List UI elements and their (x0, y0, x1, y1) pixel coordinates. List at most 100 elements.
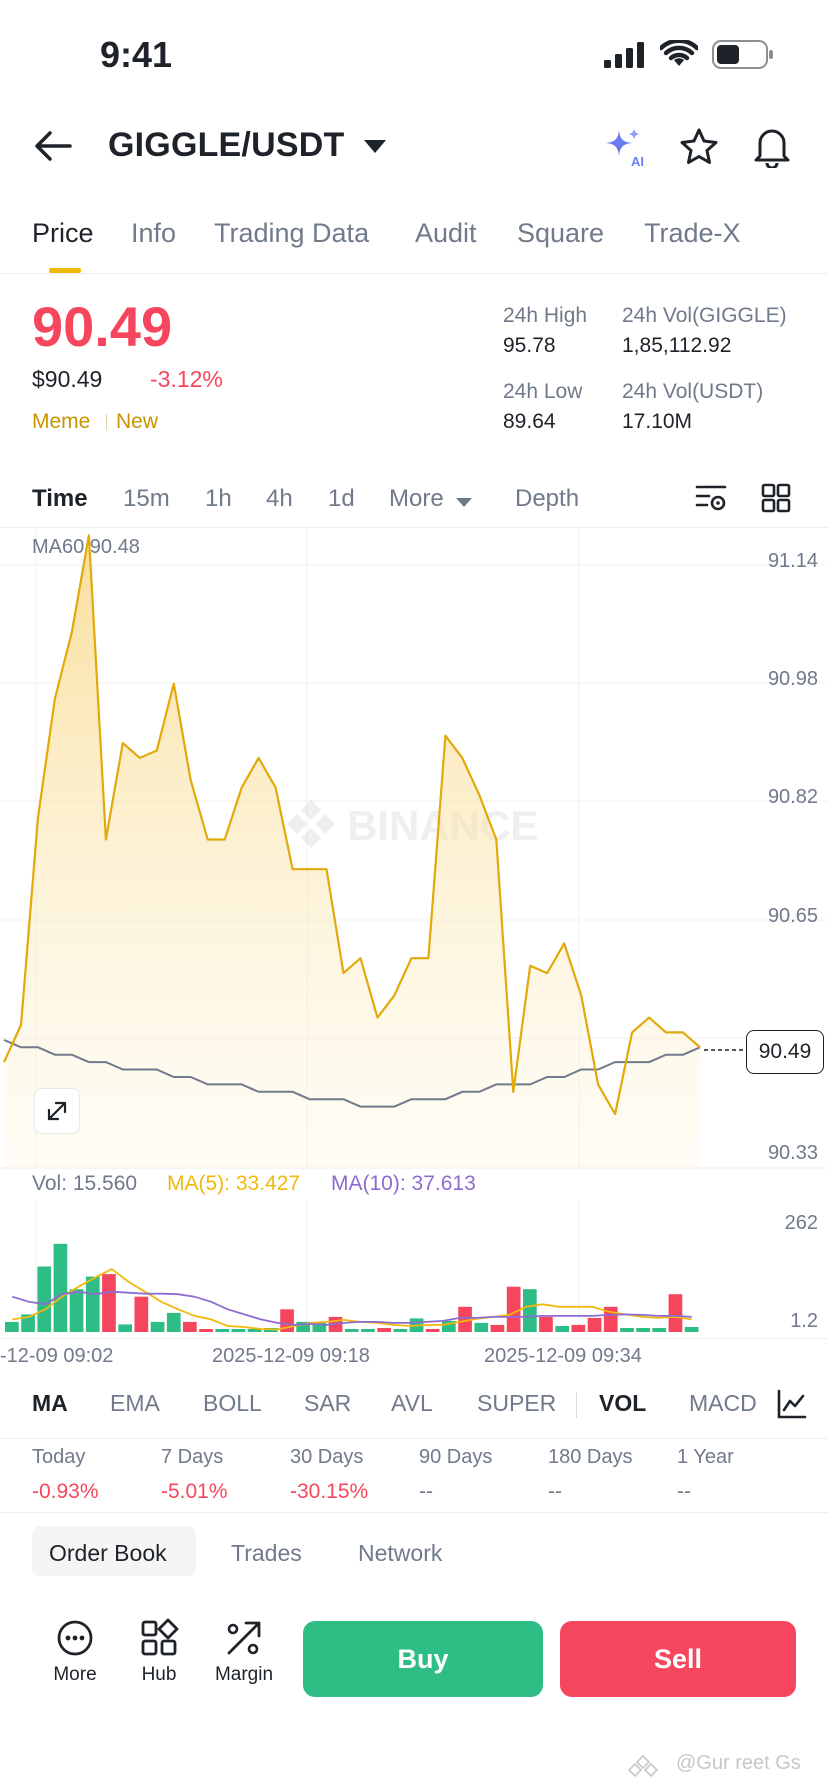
indicator-chart-icon[interactable] (776, 1388, 808, 1420)
more-caret-icon[interactable] (456, 498, 472, 508)
volume-bar (69, 1289, 84, 1332)
more-action[interactable]: More (40, 1618, 110, 1694)
tag-new[interactable]: New (116, 410, 158, 434)
sub-tab-order-book[interactable]: Order Book (49, 1540, 167, 1567)
volume-bar (199, 1329, 213, 1332)
back-arrow-icon[interactable] (34, 130, 72, 162)
volume-bar (668, 1294, 683, 1332)
tab-price[interactable]: Price (32, 218, 94, 249)
timeframe-more[interactable]: More (389, 485, 444, 513)
indicator-vol[interactable]: VOL (599, 1390, 646, 1417)
price-axis-label: 90.33 (767, 1142, 818, 1164)
price-change: -3.12% (150, 366, 223, 392)
volume-chart[interactable] (0, 1200, 828, 1340)
volume-bar (555, 1326, 569, 1332)
price-usd: $90.49 (32, 366, 103, 392)
timeframe-bar: Time 15m 1h 4h 1d More Depth (0, 470, 828, 528)
volume-bar (587, 1317, 602, 1332)
volume-bar (53, 1243, 68, 1332)
indicator-boll[interactable]: BOLL (203, 1390, 262, 1417)
nav-bar: GIGGLE/USDT AI (0, 100, 828, 195)
more-dots-icon (57, 1620, 93, 1656)
stat-low-value: 89.64 (503, 410, 556, 433)
perf-value-30d: -30.15% (290, 1480, 369, 1503)
indicator-ma[interactable]: MA (32, 1390, 68, 1417)
more-label: More (53, 1664, 97, 1685)
stat-vol-base-value: 1,85,112.92 (622, 334, 732, 357)
volume-bar (118, 1324, 132, 1332)
price-chart-area[interactable]: BINANCE MA60 90.48 91.14 90.98 90.82 90.… (0, 528, 828, 1170)
perf-value-1y: -- (677, 1480, 691, 1503)
volume-bar (134, 1296, 149, 1332)
volume-bar (166, 1312, 181, 1332)
volume-bar (5, 1321, 19, 1332)
status-bar: 9:41 (0, 0, 828, 100)
timeframe-1h[interactable]: 1h (205, 485, 232, 513)
volume-bar (652, 1328, 667, 1332)
caret-down-icon[interactable] (364, 140, 386, 154)
current-price-tag: 90.49 (746, 1030, 824, 1074)
performance-divider (0, 1512, 828, 1513)
price-chart[interactable]: BINANCE (0, 528, 828, 1170)
indicator-ema[interactable]: EMA (110, 1390, 160, 1417)
volume-bar (231, 1329, 246, 1332)
volume-bar (377, 1328, 391, 1332)
grid-layout-icon[interactable] (760, 482, 792, 514)
timeframe-1d[interactable]: 1d (328, 485, 355, 513)
timeframe-time[interactable]: Time (32, 485, 88, 513)
volume-label: Vol: 15.560 (32, 1172, 138, 1195)
sub-tab-network[interactable]: Network (358, 1540, 442, 1567)
stat-low-label: 24h Low (503, 380, 583, 403)
volume-bar (183, 1321, 197, 1332)
perf-label-90d: 90 Days (419, 1446, 493, 1468)
price-axis-label: 90.82 (767, 786, 818, 808)
hub-action[interactable]: Hub (124, 1618, 194, 1694)
perf-value-7d: -5.01% (161, 1480, 228, 1503)
detail-tabs: Price Info Trading Data Audit Square Tra… (0, 200, 828, 274)
time-axis-label: 2025-12-09 09:18 (212, 1345, 370, 1367)
stat-high-label: 24h High (503, 304, 588, 327)
tag-meme[interactable]: Meme (32, 410, 90, 434)
volume-bar (636, 1328, 650, 1332)
indicator-macd[interactable]: MACD (689, 1390, 759, 1417)
notification-bell-icon[interactable] (752, 124, 792, 168)
margin-action[interactable]: Margin (206, 1618, 282, 1694)
tab-info[interactable]: Info (131, 218, 176, 249)
volume-bar (571, 1324, 586, 1332)
time-axis-label: 2025-12-09 09:34 (484, 1345, 642, 1367)
sell-button[interactable]: Sell (560, 1621, 796, 1697)
fullscreen-button[interactable] (34, 1088, 80, 1134)
timeframe-15m[interactable]: 15m (123, 485, 170, 513)
perf-value-90d: -- (419, 1480, 433, 1503)
volume-bottom-divider (0, 1338, 828, 1339)
ma60-label: MA60 90.48 (32, 536, 140, 558)
ai-sparkle-icon[interactable]: AI (604, 126, 646, 168)
timeframe-depth[interactable]: Depth (515, 485, 579, 513)
perf-label-1y: 1 Year (677, 1446, 734, 1468)
pair-title[interactable]: GIGGLE/USDT (108, 126, 344, 165)
chart-settings-icon[interactable] (694, 482, 728, 514)
stat-vol-base-label: 24h Vol(GIGGLE) (622, 304, 787, 327)
indicator-avl[interactable]: AVL (391, 1390, 433, 1417)
volume-bar (37, 1266, 52, 1332)
perf-label-today: Today (32, 1446, 86, 1468)
time-axis-label: -12-09 09:02 (0, 1345, 114, 1367)
tab-audit[interactable]: Audit (415, 218, 477, 249)
indicator-sar[interactable]: SAR (304, 1390, 351, 1417)
hub-icon (141, 1618, 179, 1656)
buy-button[interactable]: Buy (303, 1621, 543, 1697)
timeframe-4h[interactable]: 4h (266, 485, 293, 513)
indicator-super[interactable]: SUPER (477, 1390, 556, 1417)
sub-tab-trades[interactable]: Trades (231, 1540, 302, 1567)
tab-trading-data[interactable]: Trading Data (214, 218, 369, 249)
volume-bar (474, 1322, 489, 1332)
tab-square[interactable]: Square (517, 218, 604, 249)
volume-bar (215, 1329, 230, 1332)
favorite-star-icon[interactable] (678, 126, 720, 168)
watermark-logo-icon (628, 1754, 658, 1778)
indicator-bar: MA EMA BOLL SAR AVL SUPER VOL MACD (0, 1372, 828, 1438)
tab-trade-x[interactable]: Trade-X (644, 218, 741, 249)
last-price: 90.49 (32, 295, 173, 358)
user-watermark: @Gur reet Gs (676, 1752, 801, 1774)
perf-label-30d: 30 Days (290, 1446, 364, 1468)
